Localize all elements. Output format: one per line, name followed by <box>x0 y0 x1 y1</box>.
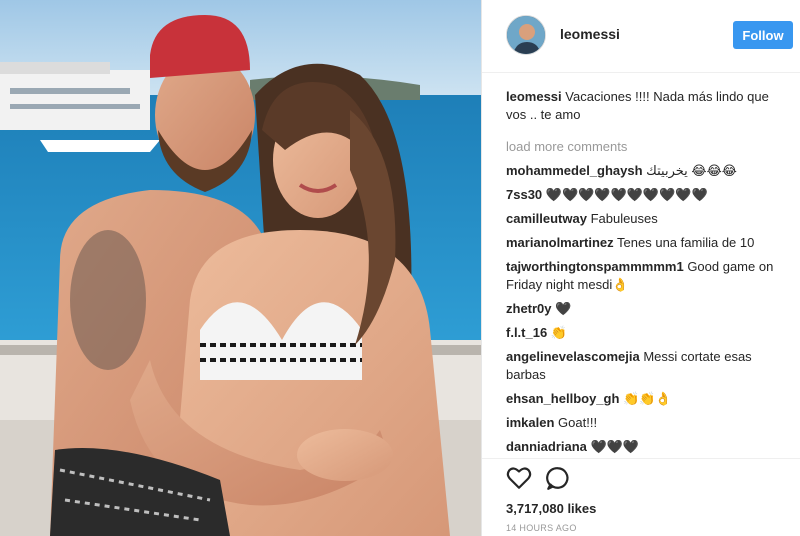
comment-text: 🖤 <box>555 301 572 316</box>
post-photo-illustration <box>0 0 481 536</box>
post-timestamp: 14 HOURS AGO <box>506 523 577 533</box>
comment-username[interactable]: zhetr0y <box>506 301 552 316</box>
comment-text: Goat!!! <box>558 415 598 430</box>
comment-row: dannia­driana 🖤🖤🖤 <box>506 438 786 456</box>
load-more-comments-link[interactable]: load more comments <box>506 138 786 156</box>
comment-username[interactable]: camilleutway <box>506 211 587 226</box>
comment-username[interactable]: f.l.t_16 <box>506 325 547 340</box>
comment-text: Fabuleuses <box>590 211 658 226</box>
post-author-username[interactable]: leomessi <box>560 26 620 42</box>
comment-row: marianolmartinez Tenes una familia de 10 <box>506 234 786 252</box>
comment-text: Tenes una familia de 10 <box>617 235 755 250</box>
comment-row: 7ss30 🖤🖤🖤🖤🖤🖤🖤🖤🖤🖤 <box>506 186 786 204</box>
comment-row: zhetr0y 🖤 <box>506 300 786 318</box>
post-header: leomessi Follow <box>482 0 800 73</box>
comment-username[interactable]: tajworthingtonspammmmm1 <box>506 259 684 274</box>
avatar-image <box>507 16 545 54</box>
comment-username[interactable]: imkalen <box>506 415 554 430</box>
post-caption: leomessi Vacaciones !!!! Nada más lindo … <box>506 88 786 124</box>
comment-username[interactable]: mohammedel_ghaysh <box>506 163 643 178</box>
comment-username[interactable]: marianolmartinez <box>506 235 614 250</box>
comment-text: 🖤🖤🖤 <box>590 439 640 454</box>
comment-row: f.l.t_16 👏 <box>506 324 786 342</box>
caption-username[interactable]: leomessi <box>506 89 562 104</box>
comment-text: 👏👏👌 <box>623 391 672 406</box>
comment-username[interactable]: dannia­driana <box>506 439 587 454</box>
comment-text: 👏 <box>550 325 567 340</box>
post-actions: 3,717,080 likes 14 HOURS AGO <box>482 458 800 536</box>
comment-row: imkalen Goat!!! <box>506 414 786 432</box>
post-side-panel: leomessi Follow leomessi Vacaciones !!!!… <box>481 0 800 536</box>
comment-row: camilleutway Fabuleuses <box>506 210 786 228</box>
comment-row: tajworthingtonspammmmm1 Good game on Fri… <box>506 258 786 294</box>
post-photo[interactable] <box>0 0 481 536</box>
comment-text: 🖤🖤🖤🖤🖤🖤🖤🖤🖤🖤 <box>545 187 708 202</box>
comment-username[interactable]: ehsan_hellboy_gh <box>506 391 619 406</box>
comment-bubble-icon[interactable] <box>545 465 571 491</box>
comment-row: ehsan_hellboy_gh 👏👏👌 <box>506 390 786 408</box>
follow-button[interactable]: Follow <box>733 21 793 49</box>
likes-count[interactable]: 3,717,080 likes <box>506 501 596 516</box>
avatar[interactable] <box>506 15 546 55</box>
comment-row: mohammedel_ghaysh يخربيتك 😂😂😂 <box>506 162 786 180</box>
comment-list: leomessi Vacaciones !!!! Nada más lindo … <box>506 88 786 462</box>
comment-text: يخربيتك 😂😂😂 <box>646 163 737 178</box>
comment-row: angelinevelascomejia Messi cortate esas … <box>506 348 786 384</box>
comment-username[interactable]: 7ss30 <box>506 187 542 202</box>
heart-icon[interactable] <box>506 465 532 491</box>
comment-username[interactable]: angelinevelascomejia <box>506 349 640 364</box>
